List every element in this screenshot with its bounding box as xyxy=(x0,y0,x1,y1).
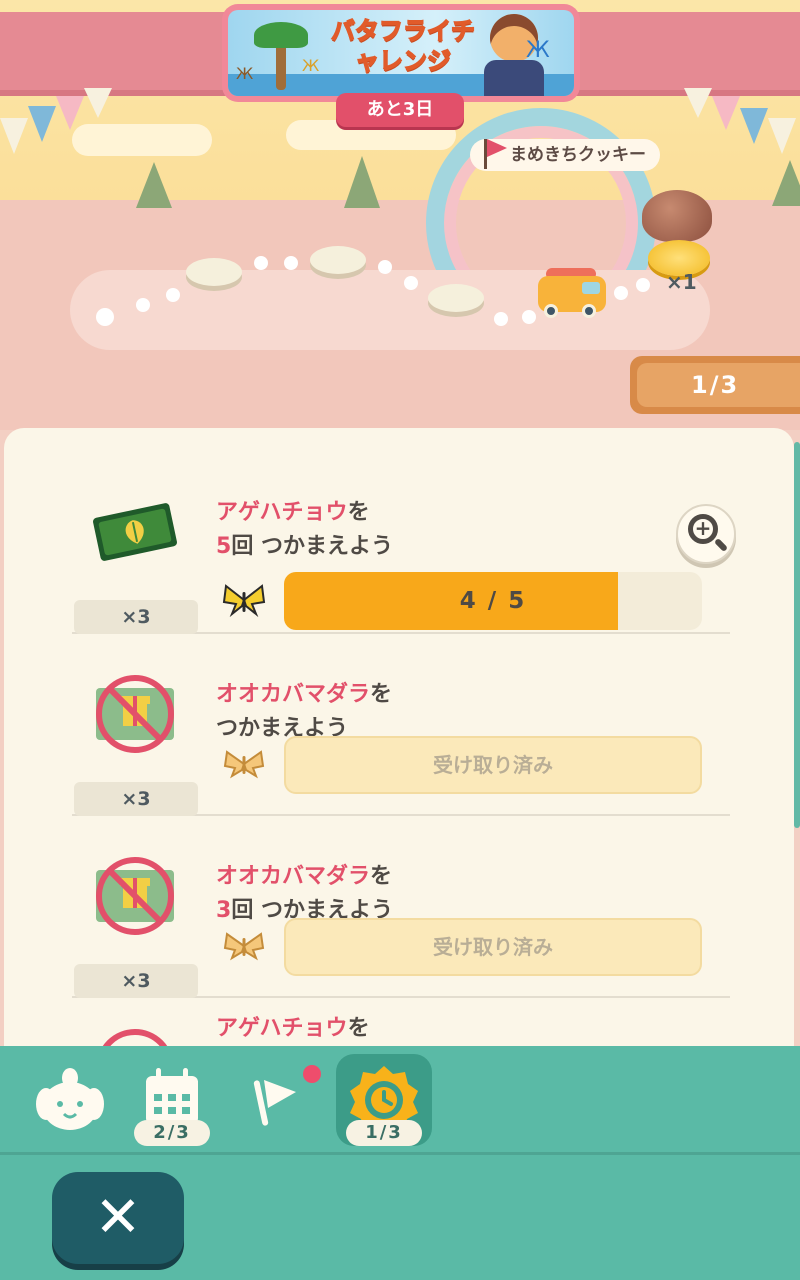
task-target: アゲハチョウ xyxy=(216,1016,348,1041)
task-action: 回 つかまえよう xyxy=(231,534,393,559)
reward-count-chip: ×3 xyxy=(74,782,198,816)
reward-count-chip: ×3 xyxy=(74,964,198,998)
bunting-flag xyxy=(684,88,712,118)
task-title: アゲハチョウを 5回 つかまえよう xyxy=(216,496,393,564)
task-row: ×3 アゲハチョウを 5回 つかまえよう + 4 / 5 xyxy=(72,452,736,634)
camper-van-icon xyxy=(538,268,606,318)
bunting-flag xyxy=(84,88,112,118)
butterfly-icon: Ж xyxy=(302,56,320,75)
task-row: ×3 オオカバマダラを 3回 つかまえよう 受け取り済み xyxy=(72,816,730,998)
task-progress-bar: 4 / 5 xyxy=(284,572,702,630)
page-indicator-text: 1/3 xyxy=(637,363,800,407)
close-button[interactable]: ✕ xyxy=(52,1172,184,1264)
task-row: ×3 オオカバマダラを つかまえよう 受け取り済み xyxy=(72,634,730,816)
reward-count-chip: ×3 xyxy=(74,600,198,634)
task-title-suffix: を xyxy=(370,864,393,889)
palm-tree-icon xyxy=(250,18,310,90)
leaf-ticket-icon xyxy=(90,492,180,572)
swallowtail-butterfly-icon xyxy=(222,580,266,620)
butterfly-icon: Ж xyxy=(236,64,254,83)
monarch-butterfly-icon xyxy=(222,744,266,784)
gift-ticket-icon xyxy=(90,674,180,754)
task-target: オオカバマダラ xyxy=(216,682,371,707)
task-count: 5 xyxy=(216,534,232,559)
task-target: オオカバマダラ xyxy=(216,864,371,889)
goal-reward-label[interactable]: まめきちクッキー xyxy=(470,139,660,171)
gift-ticket-icon xyxy=(90,856,180,936)
goal-reward-count: ×1 xyxy=(666,270,697,294)
tab-events[interactable] xyxy=(234,1054,330,1146)
fortune-cookie-icon xyxy=(642,190,712,242)
tab-isabelle[interactable] xyxy=(22,1054,118,1146)
isabelle-icon xyxy=(36,1068,104,1130)
task-title-suffix: を xyxy=(347,500,370,525)
goal-reward-text: まめきちクッキー xyxy=(510,145,646,165)
bunting-flag xyxy=(28,106,56,142)
task-title-suffix: を xyxy=(370,682,393,707)
bunting-flag xyxy=(712,96,740,130)
task-count: 3 xyxy=(216,898,232,923)
bunting-flag xyxy=(0,118,28,154)
bunting-flag xyxy=(768,118,796,154)
countdown-badge: あと3日 xyxy=(336,93,464,127)
banner-title: バタフライチャレンジ xyxy=(330,16,476,76)
calendar-count-badge: 2/3 xyxy=(134,1120,210,1146)
task-list-panel[interactable]: ×3 アゲハチョウを 5回 つかまえよう + 4 / 5 ×3 オオカバマダラを… xyxy=(4,428,794,1068)
task-title-suffix: を xyxy=(347,1016,370,1041)
event-scene: ×1 まめきちクッキー Ж Ж バタフライチャレンジ Ж あと3日 1/3 xyxy=(0,0,800,430)
bunting-flag xyxy=(740,108,768,144)
challenge-count-badge: 1/3 xyxy=(346,1120,422,1146)
tree xyxy=(344,156,380,208)
flag-icon xyxy=(253,1065,321,1126)
task-target: アゲハチョウ xyxy=(216,500,348,525)
tree xyxy=(136,162,172,208)
zoom-in-icon: + xyxy=(694,516,712,540)
progress-text: 4 / 5 xyxy=(459,588,527,614)
bunting-flag xyxy=(56,96,84,130)
scrollbar[interactable] xyxy=(794,442,800,828)
event-banner: Ж Ж バタフライチャレンジ Ж xyxy=(222,4,580,102)
monarch-butterfly-icon xyxy=(222,926,266,966)
blue-butterfly-icon: Ж xyxy=(526,38,550,63)
cloud xyxy=(72,124,212,156)
progress-path xyxy=(70,230,710,350)
page-indicator[interactable]: 1/3 xyxy=(630,356,800,414)
claimed-status: 受け取り済み xyxy=(284,918,702,976)
zoom-in-button[interactable]: + xyxy=(676,504,736,564)
tree xyxy=(772,160,800,206)
flag-icon xyxy=(480,135,507,169)
claimed-status: 受け取り済み xyxy=(284,736,702,794)
task-title: アゲハチョウを xyxy=(216,1012,370,1046)
close-icon: ✕ xyxy=(94,1185,142,1250)
